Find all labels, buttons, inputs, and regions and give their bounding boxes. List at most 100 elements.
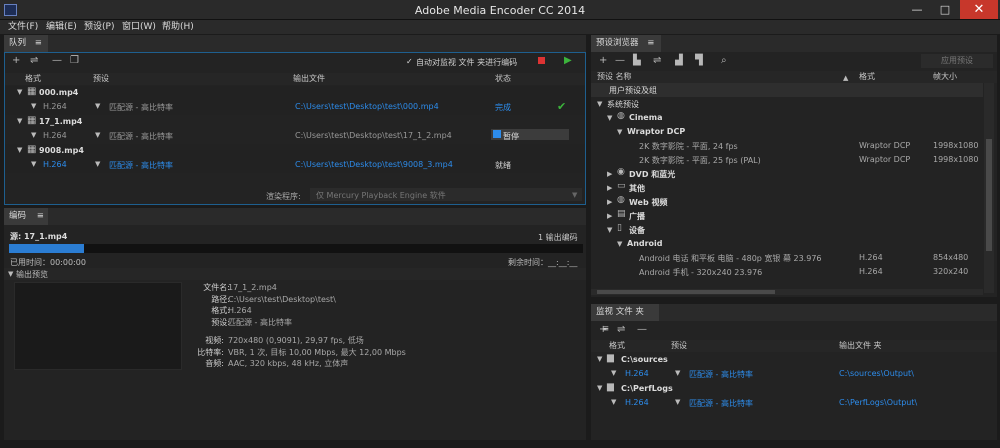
format-dropdown-icon[interactable]: ▼ [31,131,36,139]
expand-icon[interactable]: ▶ [607,198,612,206]
menu-help[interactable]: 帮助(H) [162,20,194,34]
preset-value[interactable]: 匹配源 - 高比特率 [689,398,753,409]
format-dropdown-icon[interactable]: ▼ [31,160,36,168]
list-item[interactable]: ▼ Android [591,237,983,251]
preset-dropdown-icon[interactable]: ▼ [95,131,100,139]
minimize-button[interactable]: — [904,3,930,17]
menu-preset[interactable]: 预设(P) [84,20,114,34]
start-queue-button[interactable]: ▶ [564,55,572,66]
output-path[interactable]: C:\Users\test\Desktop\test\9008_3.mp4 [295,160,453,169]
preset-dropdown-icon[interactable]: ▼ [95,102,100,110]
collapse-icon[interactable]: ▼ [17,146,22,154]
preset-scrollbar[interactable] [984,83,994,293]
export-icon[interactable]: ▜ [695,55,703,66]
auto-watch-checkbox[interactable]: ✓ [406,57,413,66]
list-item[interactable]: ▶ ▭ 其他 [591,181,983,195]
hscrollbar-thumb[interactable] [597,290,775,294]
preset-value[interactable]: 匹配源 - 高比特率 [109,160,173,171]
collapse-icon[interactable]: ▼ [597,355,602,363]
preset-value[interactable]: 匹配源 - 高比特率 [109,131,173,142]
expand-icon[interactable]: ▼ [617,128,622,136]
output-preview-header[interactable]: ▼ 输出预览 [4,268,586,280]
preset-dropdown-icon[interactable]: ▼ [95,160,100,168]
list-item[interactable]: Android 电话 和平板 电脑 - 480p 宽银 幕 23.976 H.2… [591,251,983,265]
collapse-icon[interactable]: ▼ [8,270,13,278]
tab-watch-folders[interactable]: 监视 文件 夹 ≡ [591,304,659,334]
maximize-button[interactable]: □ [932,3,958,17]
col-output[interactable]: 输出文件 [293,73,325,85]
queue-item[interactable]: ▼ ▦ 17_1.mp4 ▼ H.264 ▼ 匹配源 - 高比特率 C:\Use… [5,115,585,144]
list-item[interactable]: 2K 数字影院 - 平面, 25 fps (PAL) Wraptor DCP 1… [591,153,983,167]
panel-menu-icon[interactable]: ≡ [35,38,42,48]
format-value[interactable]: H.264 [43,102,67,111]
col-preset-size[interactable]: 帧大小 [933,71,957,83]
col-format[interactable]: 格式 [25,73,41,85]
list-item[interactable]: 用户预设及组 [591,83,983,97]
remove-icon[interactable]: — [52,55,62,66]
collapse-icon[interactable]: ▼ [17,88,22,96]
panel-menu-icon[interactable]: ≡ [37,211,44,221]
duplicate-icon[interactable]: ❐ [70,55,79,66]
preset-settings-icon[interactable]: ⇌ [653,55,661,66]
preset-dropdown-icon[interactable]: ▼ [675,398,680,406]
menu-window[interactable]: 窗口(W) [122,20,156,34]
preset-value[interactable]: 匹配源 - 高比特率 [109,102,173,113]
tab-encoding[interactable]: 编码 ≡ [4,208,48,225]
expand-icon[interactable]: ▼ [617,240,622,248]
list-item[interactable]: ▶ ▤ 广播 [591,209,983,223]
add-source-icon[interactable]: + [12,55,20,66]
menu-edit[interactable]: 编辑(E) [46,20,77,34]
expand-icon[interactable]: ▼ [607,114,612,122]
format-value[interactable]: H.264 [625,369,649,378]
preset-hscrollbar[interactable] [591,289,983,295]
import-icon[interactable]: ▟ [675,55,683,66]
settings-icon[interactable]: ⇌ [30,55,38,66]
col-format[interactable]: 格式 [609,340,625,352]
list-item[interactable]: ▼ 系统预设 [591,97,983,111]
col-preset-format[interactable]: 格式 [859,71,875,83]
queue-item[interactable]: ▼ ▦ 9008.mp4 ▼ H.264 ▼ 匹配源 - 高比特率 C:\Use… [5,144,585,173]
expand-icon[interactable]: ▼ [597,100,602,108]
output-folder[interactable]: C:\sources\Output\ [839,369,914,378]
new-group-icon[interactable]: ▙ [633,55,641,66]
queue-item[interactable]: ▼ ▦ 000.mp4 ▼ H.264 ▼ 匹配源 - 高比特率 C:\User… [5,86,585,115]
search-icon[interactable]: ⌕ [721,55,727,66]
list-item[interactable]: ▶ ◉ DVD 和蓝光 [591,167,983,181]
format-value[interactable]: H.264 [43,131,67,140]
stop-button[interactable] [538,57,545,64]
expand-icon[interactable]: ▶ [607,212,612,220]
collapse-icon[interactable]: ▼ [597,384,602,392]
watch-folder-item[interactable]: ▼ ▆ C:\PerfLogs ▼ H.264 ▼ 匹配源 - 高比特率 C:\… [591,382,997,411]
format-dropdown-icon[interactable]: ▼ [611,398,616,406]
list-item[interactable]: 2K 数字影院 - 平面, 24 fps Wraptor DCP 1998x10… [591,139,983,153]
format-dropdown-icon[interactable]: ▼ [611,369,616,377]
expand-icon[interactable]: ▶ [607,170,612,178]
col-output-folder[interactable]: 输出文件 夹 [839,340,882,352]
preset-dropdown-icon[interactable]: ▼ [675,369,680,377]
panel-menu-icon[interactable]: ≡ [647,38,654,48]
scrollbar-thumb[interactable] [986,139,992,251]
expand-icon[interactable]: ▶ [607,184,612,192]
preset-value[interactable]: 匹配源 - 高比特率 [689,369,753,380]
list-item[interactable]: Android 手机 - 320x240 23.976 H.264 320x24… [591,265,983,279]
col-status[interactable]: 状态 [495,73,511,85]
format-value[interactable]: H.264 [43,160,67,169]
col-preset-name[interactable]: 预设 名称 [597,71,632,83]
output-folder[interactable]: C:\PerfLogs\Output\ [839,398,917,407]
add-folder-icon[interactable]: + [599,324,607,335]
list-item[interactable]: ▼ ▯ 设备 [591,223,983,237]
output-path[interactable]: C:\Users\test\Desktop\test\000.mp4 [295,102,439,111]
list-item[interactable]: ▼ Wraptor DCP [591,125,983,139]
renderer-select[interactable]: 仅 Mercury Playback Engine 软件 ▼ [310,188,582,201]
close-button[interactable]: ✕ [960,0,998,19]
output-path[interactable]: C:\Users\test\Desktop\test\17_1_2.mp4 [295,131,452,140]
remove-preset-icon[interactable]: — [615,55,625,66]
col-preset[interactable]: 预设 [671,340,687,352]
remove-icon[interactable]: — [637,324,647,335]
list-item[interactable]: ▼ ◍ Cinema [591,111,983,125]
format-dropdown-icon[interactable]: ▼ [31,102,36,110]
format-value[interactable]: H.264 [625,398,649,407]
add-preset-icon[interactable]: + [599,55,607,66]
collapse-icon[interactable]: ▼ [17,117,22,125]
settings-icon[interactable]: ⇌ [617,324,625,335]
